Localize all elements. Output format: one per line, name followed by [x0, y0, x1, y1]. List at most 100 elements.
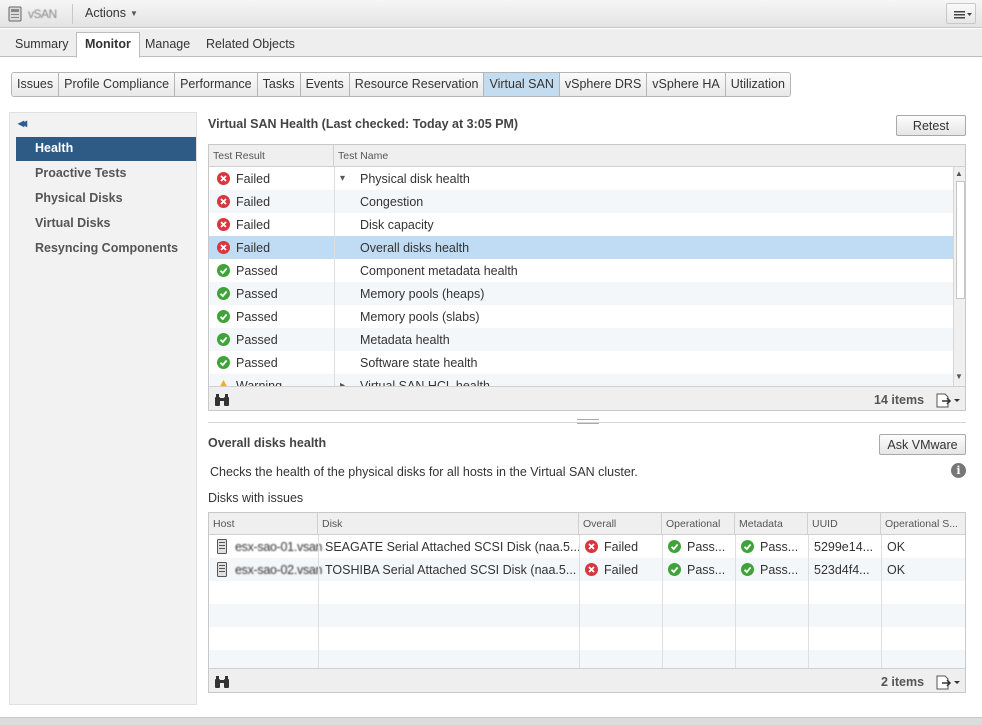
subtab-tasks[interactable]: Tasks — [257, 73, 301, 96]
failed-status-icon — [585, 563, 598, 576]
subtab-events[interactable]: Events — [300, 73, 350, 96]
column-divider — [808, 535, 809, 668]
table-row[interactable]: Failed Congestion — [209, 190, 953, 213]
operational-cell: Pass... — [687, 540, 726, 554]
column-header-host[interactable]: Host — [209, 513, 318, 535]
retest-button[interactable]: Retest — [896, 115, 966, 136]
column-divider — [881, 535, 882, 668]
nav-item-health[interactable]: Health — [16, 137, 196, 161]
tab-manage[interactable]: Manage — [137, 33, 198, 57]
passed-status-icon — [217, 287, 230, 300]
passed-status-icon — [217, 333, 230, 346]
host-cell: esx-sao-02.vsan — [235, 563, 323, 577]
disk-cell: SEAGATE Serial Attached SCSI Disk (naa.5… — [325, 540, 581, 554]
passed-status-icon — [668, 563, 681, 576]
column-divider — [579, 535, 580, 668]
test-name-cell: Metadata health — [360, 333, 450, 347]
subtab-vsphere-drs[interactable]: vSphere DRS — [559, 73, 648, 96]
scroll-down-icon[interactable]: ▼ — [955, 372, 963, 381]
test-name-cell: Memory pools (heaps) — [360, 287, 485, 301]
metadata-cell: Pass... — [760, 563, 799, 577]
column-header-test-result[interactable]: Test Result — [209, 145, 334, 167]
subtab-vsphere-ha[interactable]: vSphere HA — [647, 73, 726, 96]
main-tab-bar: Summary Monitor Manage Related Objects — [0, 29, 982, 58]
table-row[interactable]: Passed Component metadata health — [209, 259, 953, 282]
column-header-disk[interactable]: Disk — [318, 513, 579, 535]
column-header-uuid[interactable]: UUID — [808, 513, 881, 535]
subtab-utilization[interactable]: Utilization — [725, 73, 790, 96]
nav-item-physical-disks[interactable]: Physical Disks — [16, 187, 196, 211]
nav-item-proactive-tests[interactable]: Proactive Tests — [16, 162, 196, 186]
passed-status-icon — [668, 540, 681, 553]
health-test-grid: Test Result Test Name Failed ▾ Physical di… — [208, 144, 966, 411]
table-row[interactable]: Failed Overall disks health — [209, 236, 953, 259]
failed-status-icon — [217, 241, 230, 254]
column-header-metadata[interactable]: Metadata — [735, 513, 808, 535]
actions-menu-button[interactable]: Actions ▼ — [80, 6, 143, 20]
column-header-operational-state[interactable]: Operational S... — [881, 513, 965, 535]
nav-item-virtual-disks[interactable]: Virtual Disks — [16, 212, 196, 236]
table-row[interactable]: Passed Metadata health — [209, 328, 953, 351]
test-result-cell: Failed — [236, 195, 271, 209]
column-divider — [662, 535, 663, 668]
info-icon[interactable]: i — [951, 463, 966, 478]
expand-toggle-icon[interactable]: ▾ — [340, 167, 345, 190]
detail-description: Checks the health of the physical disks … — [210, 465, 638, 479]
test-name-cell: Memory pools (slabs) — [360, 310, 480, 324]
failed-status-icon — [217, 218, 230, 231]
column-divider — [318, 535, 319, 668]
actions-label: Actions — [85, 6, 126, 20]
column-header-operational[interactable]: Operational — [662, 513, 735, 535]
subtab-issues[interactable]: Issues — [12, 73, 60, 96]
options-menu-button[interactable] — [946, 3, 976, 24]
tab-summary[interactable]: Summary — [7, 33, 76, 57]
operational-cell: Pass... — [687, 563, 726, 577]
scrollbar-thumb[interactable] — [956, 181, 965, 299]
column-divider — [334, 167, 335, 386]
test-result-cell: Failed — [236, 218, 271, 232]
test-result-cell: Passed — [236, 333, 278, 347]
host-icon — [217, 535, 227, 558]
export-icon[interactable] — [936, 675, 962, 690]
disks-grid: Host Disk Overall Operational Metadata U… — [208, 512, 966, 693]
collapse-panel-icon[interactable]: ◂◂ — [18, 116, 27, 130]
menu-icon — [954, 11, 972, 19]
vertical-scrollbar[interactable]: ▲ ▼ — [953, 167, 965, 386]
passed-status-icon — [741, 540, 754, 553]
subtab-virtual-san[interactable]: Virtual SAN — [484, 73, 560, 96]
passed-status-icon — [217, 356, 230, 369]
test-name-cell: Software state health — [360, 356, 478, 370]
table-row[interactable]: Passed Software state health — [209, 351, 953, 374]
binoculars-icon[interactable] — [214, 675, 230, 689]
export-icon[interactable] — [936, 393, 962, 408]
health-panel-title: Virtual SAN Health (Last checked: Today … — [208, 117, 519, 131]
table-row[interactable]: Failed Disk capacity — [209, 213, 953, 236]
ask-vmware-button[interactable]: Ask VMware — [879, 434, 966, 455]
subtab-resource-reservation[interactable]: Resource Reservation — [349, 73, 485, 96]
table-row[interactable]: Failed ▾ Physical disk health — [209, 167, 953, 190]
nav-item-resyncing-components[interactable]: Resyncing Components — [16, 237, 196, 261]
table-row[interactable]: Passed Memory pools (slabs) — [209, 305, 953, 328]
tab-monitor[interactable]: Monitor — [76, 32, 140, 58]
operational-state-cell: OK — [887, 540, 906, 554]
window-bottom-edge — [0, 717, 982, 725]
health-grid-footer: 14 items — [209, 386, 965, 410]
tab-related-objects[interactable]: Related Objects — [198, 33, 303, 57]
subtab-profile-compliance[interactable]: Profile Compliance — [59, 73, 176, 96]
table-row[interactable]: esx-sao-01.vsan SEAGATE Serial Attached S… — [209, 535, 965, 558]
detail-panel-title: Overall disks health — [208, 436, 327, 450]
column-header-test-name[interactable]: Test Name — [334, 145, 954, 167]
grid-header: Host Disk Overall Operational Metadata U… — [209, 513, 965, 535]
host-cell: esx-sao-01.vsan — [235, 540, 323, 554]
binoculars-icon[interactable] — [214, 393, 230, 407]
test-result-cell: Passed — [236, 356, 278, 370]
table-row[interactable]: esx-sao-02.vsan TOSHIBA Serial Attached S… — [209, 558, 965, 581]
overall-cell: Failed — [604, 563, 639, 577]
scroll-up-icon[interactable]: ▲ — [955, 169, 963, 178]
column-header-overall[interactable]: Overall — [579, 513, 662, 535]
metadata-cell: Pass... — [760, 540, 799, 554]
disks-item-count: 2 items — [881, 675, 925, 689]
top-toolbar: vSAN Actions ▼ — [0, 0, 982, 28]
table-row[interactable]: Passed Memory pools (heaps) — [209, 282, 953, 305]
subtab-performance[interactable]: Performance — [175, 73, 258, 96]
